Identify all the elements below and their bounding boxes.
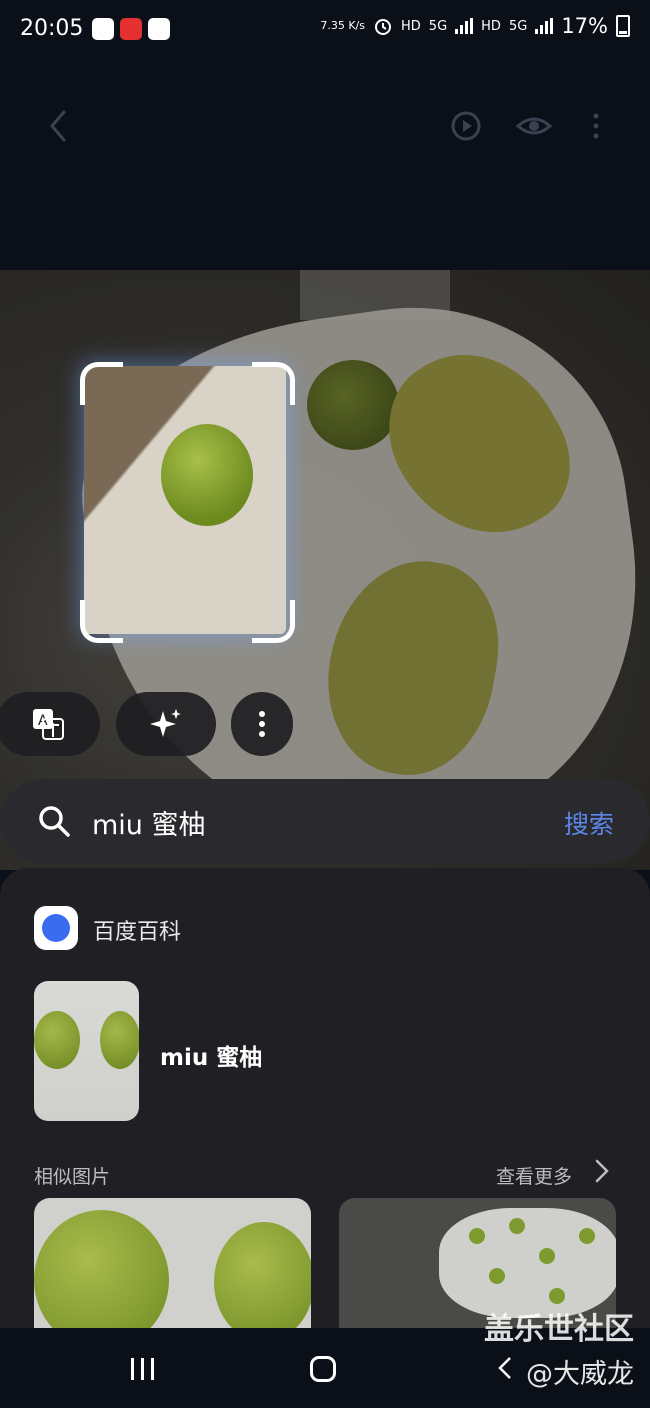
motion-photo-icon[interactable]: [448, 108, 484, 144]
recent-apps-icon[interactable]: [130, 1358, 156, 1380]
similar-grape-dot: [509, 1218, 525, 1234]
similar-tray: [439, 1208, 616, 1318]
back-icon[interactable]: [40, 106, 80, 146]
battery-icon: [616, 15, 630, 37]
crop-handle-top-left[interactable]: [80, 362, 123, 405]
home-icon[interactable]: [310, 1356, 336, 1382]
eye-icon[interactable]: [516, 108, 552, 144]
status-bar: 20:05 7.35 K/s HD 5G HD 5G 17%: [0, 0, 650, 62]
more-vertical-icon: [259, 711, 265, 737]
thumb-grape-1: [34, 1011, 80, 1069]
similar-grape-2: [214, 1222, 311, 1338]
selection-crop[interactable]: [84, 366, 286, 634]
signal-icon-2: [535, 18, 554, 34]
thumb-grape-2: [100, 1011, 139, 1069]
translate-icon: A: [33, 709, 64, 740]
network-type: 5G: [428, 18, 448, 34]
crop-handle-bottom-right[interactable]: [252, 600, 295, 643]
alarm-icon: [375, 19, 391, 35]
hd-label: HD: [401, 18, 421, 34]
battery-level: 17%: [561, 14, 608, 38]
more-actions-button[interactable]: [231, 692, 293, 756]
hd-label-2: HD: [481, 18, 501, 34]
status-time: 20:05: [20, 16, 84, 41]
see-more-link[interactable]: 查看更多: [496, 1162, 572, 1189]
selected-grape: [161, 424, 253, 526]
status-notification-icons: [92, 18, 170, 40]
similar-grape-dot: [549, 1288, 565, 1304]
crop-handle-top-right[interactable]: [252, 362, 295, 405]
check-notification-icon: [148, 18, 170, 40]
similar-grape-dot: [579, 1228, 595, 1244]
search-icon: [39, 806, 70, 837]
source-name: 百度百科: [93, 920, 182, 945]
similar-grape-dot: [539, 1248, 555, 1264]
gallery-notification-icon: [92, 18, 114, 40]
search-input[interactable]: miu 蜜柚: [92, 803, 206, 842]
similar-image-1[interactable]: [34, 1198, 311, 1338]
sparkle-icon: [150, 709, 181, 737]
more-vertical-icon[interactable]: [578, 108, 614, 144]
status-indicators: 7.35 K/s HD 5G HD 5G 17%: [320, 14, 630, 38]
search-button[interactable]: 搜索: [564, 805, 614, 841]
similar-grape-dot: [469, 1228, 485, 1244]
top-toolbar: [0, 62, 650, 270]
signal-icon: [455, 18, 474, 34]
network-type-2: 5G: [508, 18, 528, 34]
net-speed: 7.35 K/s: [320, 19, 365, 32]
result-thumbnail[interactable]: [34, 981, 139, 1121]
watermark-community: 盖乐世社区: [484, 1312, 634, 1347]
ai-assist-button[interactable]: [116, 692, 216, 756]
chevron-right-icon[interactable]: [594, 1158, 610, 1184]
baidu-baike-logo: [34, 906, 78, 950]
watermark-user: @大威龙: [526, 1359, 634, 1390]
nav-back-icon[interactable]: [498, 1356, 512, 1380]
app-notification-icon: [120, 18, 142, 40]
similar-grape-dot: [489, 1268, 505, 1284]
similar-images-label: 相似图片: [34, 1166, 111, 1188]
crop-handle-bottom-left[interactable]: [80, 600, 123, 643]
result-title[interactable]: miu 蜜柚: [160, 1038, 262, 1072]
similar-grape-1: [34, 1210, 169, 1338]
search-bar[interactable]: miu 蜜柚 搜索: [0, 779, 650, 863]
translate-button[interactable]: A: [0, 692, 100, 756]
results-panel: 百度百科 miu 蜜柚 相似图片 查看更多: [0, 868, 650, 1338]
